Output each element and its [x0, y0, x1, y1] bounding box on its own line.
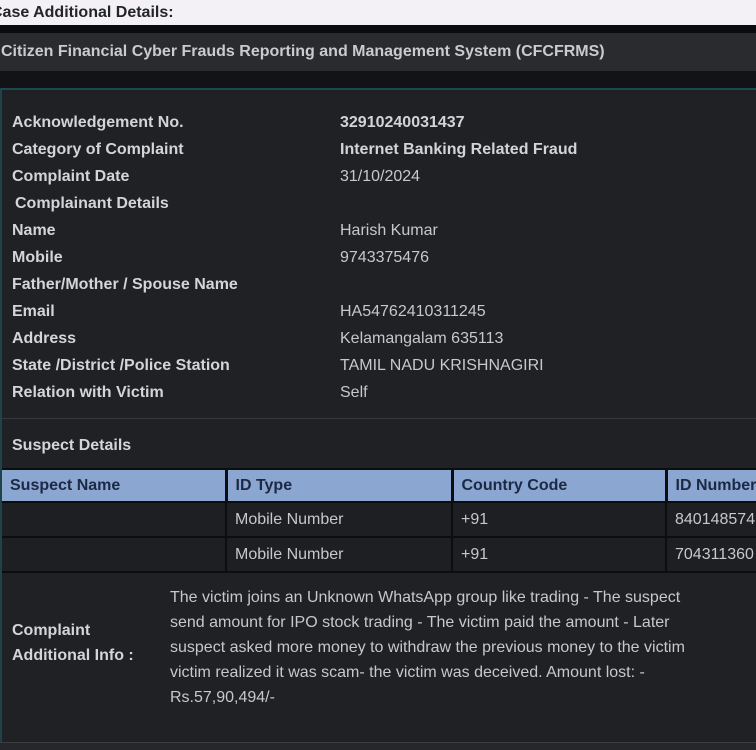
column-header-id-type: ID Type: [226, 469, 452, 502]
complainant-details-heading: Complainant Details: [12, 190, 756, 217]
cell-id-number: 704311360: [666, 537, 756, 572]
complaint-text-line: victim realized it was scam- the victim …: [170, 660, 685, 685]
page-title: Case Additional Details:: [0, 0, 174, 25]
complainant-details-section: Acknowledgement No. 32910240031437 Categ…: [2, 90, 756, 406]
detail-row-complaint-date: Complaint Date 31/10/2024: [12, 163, 756, 190]
detail-row-name: Name Harish Kumar: [12, 217, 756, 244]
cell-country-code: +91: [452, 537, 666, 572]
field-value: HA54762410311245: [340, 298, 486, 325]
page-title-bar: Case Additional Details:: [0, 0, 756, 25]
detail-row-relation-with-victim: Relation with Victim Self: [12, 379, 756, 406]
column-header-id-number: ID Number: [666, 469, 756, 502]
label-line-2: Additional Info :: [12, 643, 170, 668]
complaint-text-line: The victim joins an Unknown WhatsApp gro…: [170, 585, 685, 610]
cell-id-type: Mobile Number: [226, 537, 452, 572]
divider: [0, 71, 756, 88]
complaint-text-line: suspect asked more money to withdraw the…: [170, 635, 685, 660]
detail-row-category: Category of Complaint Internet Banking R…: [12, 136, 756, 163]
detail-row-acknowledgement-no: Acknowledgement No. 32910240031437: [12, 109, 756, 136]
bottom-bar: [0, 742, 756, 750]
table-row: Mobile Number +91 840148574: [2, 502, 756, 537]
field-label: Email: [12, 298, 340, 325]
suspect-details-heading: Suspect Details: [2, 419, 756, 455]
column-header-suspect-name: Suspect Name: [2, 469, 226, 502]
field-value: TAMIL NADU KRISHNAGIRI: [340, 352, 544, 379]
field-label: State /District /Police Station: [12, 352, 340, 379]
cell-suspect-name: [2, 537, 226, 572]
complaint-text-line: send amount for IPO stock trading - The …: [170, 610, 685, 635]
complaint-additional-info-text: The victim joins an Unknown WhatsApp gro…: [170, 585, 685, 710]
case-details-panel: Acknowledgement No. 32910240031437 Categ…: [0, 88, 756, 748]
field-label: Father/Mother / Spouse Name: [12, 271, 340, 298]
label-line-1: Complaint: [12, 618, 170, 643]
field-label: Complaint Date: [12, 163, 340, 190]
field-label: Name: [12, 217, 340, 244]
field-label: Address: [12, 325, 340, 352]
cell-suspect-name: [2, 502, 226, 537]
section-heading: Complainant Details: [12, 190, 340, 217]
detail-row-email: Email HA54762410311245: [12, 298, 756, 325]
divider: [0, 25, 756, 33]
cell-id-type: Mobile Number: [226, 502, 452, 537]
system-header-bar: Citizen Financial Cyber Frauds Reporting…: [0, 33, 756, 71]
field-value: Kelamangalam 635113: [340, 325, 503, 352]
detail-row-state-district-ps: State /District /Police Station TAMIL NA…: [12, 352, 756, 379]
field-value: Harish Kumar: [340, 217, 438, 244]
column-header-country-code: Country Code: [452, 469, 666, 502]
field-label: Relation with Victim: [12, 379, 340, 406]
field-label: Mobile: [12, 244, 340, 271]
field-value: 9743375476: [340, 244, 429, 271]
complaint-text-line: Rs.57,90,494/-: [170, 685, 685, 710]
system-header-title: Citizen Financial Cyber Frauds Reporting…: [0, 33, 605, 71]
case-details-screen: Case Additional Details: Citizen Financi…: [0, 0, 756, 750]
complaint-additional-info-section: Complaint Additional Info : The victim j…: [2, 585, 756, 710]
complaint-additional-info-label: Complaint Additional Info :: [2, 585, 170, 710]
field-label: Acknowledgement No.: [12, 109, 340, 136]
detail-row-address: Address Kelamangalam 635113: [12, 325, 756, 352]
table-row: Mobile Number +91 704311360: [2, 537, 756, 572]
suspect-details-table: Suspect Name ID Type Country Code ID Num…: [2, 468, 756, 573]
table-header-row: Suspect Name ID Type Country Code ID Num…: [2, 469, 756, 502]
detail-row-father-mother-spouse: Father/Mother / Spouse Name: [12, 271, 756, 298]
field-value: Internet Banking Related Fraud: [340, 136, 577, 163]
detail-row-mobile: Mobile 9743375476: [12, 244, 756, 271]
field-value: 31/10/2024: [340, 163, 420, 190]
field-value: 32910240031437: [340, 109, 465, 136]
field-value: Self: [340, 379, 368, 406]
field-label: Category of Complaint: [12, 136, 340, 163]
cell-country-code: +91: [452, 502, 666, 537]
cell-id-number: 840148574: [666, 502, 756, 537]
